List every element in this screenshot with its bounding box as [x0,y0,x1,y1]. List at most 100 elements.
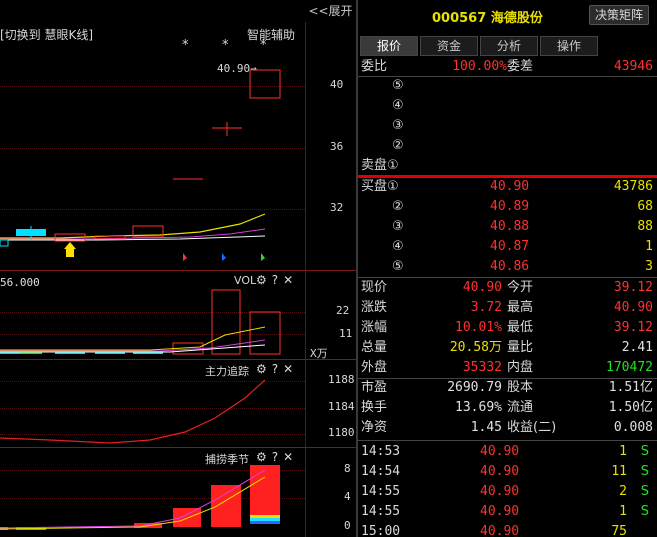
tick-side: S [640,444,649,459]
tick-volume: 2 [619,484,627,499]
buy-level-label: ② [392,199,404,214]
candle [249,69,281,99]
buy-price: 40.87 [490,239,530,254]
tick-row[interactable]: 14:54 40.90 11 S [358,462,657,482]
tick-price: 40.90 [480,464,520,479]
stat-label: 外盘 [361,360,388,375]
main-track-tick: 1180 [328,426,355,439]
buy-level-label: ⑤ [392,259,404,274]
stat-label: 现价 [361,280,388,295]
stat-label: 净资 [361,420,388,435]
main-track-tick: 1188 [328,373,355,386]
stat-value: 170472 [606,360,653,375]
tick-volume: 11 [611,464,627,479]
tick-row[interactable]: 14:55 40.90 1 S [358,502,657,522]
stat-value: 10.01% [455,320,502,335]
buy-volume: 88 [637,219,653,234]
stat-row: 涨跌 3.72 最高 40.90 [358,298,657,318]
stat-label: 涨跌 [361,300,388,315]
tick-volume: 1 [619,444,627,459]
tick-price: 40.90 [480,444,520,459]
stat-label: 最高 [507,300,534,315]
season-tick: 8 [344,462,351,475]
stat-label: 最低 [507,320,534,335]
stat-value: 3.72 [470,300,502,315]
buy-level-label: ④ [392,239,404,254]
buy-order-row[interactable]: ④ 40.87 1 [358,237,657,257]
decision-matrix-button[interactable]: 决策矩阵 [589,5,649,25]
kline-chart-area[interactable]: <<展开 [切换到 慧眼K线] 智能辅助 * * * 40.90→ 40 36 … [0,0,356,537]
stat-label: 涨幅 [361,320,388,335]
tick-price: 40.90 [480,504,520,519]
expand-button[interactable]: <<展开 [305,2,356,20]
buy-signal-icon [64,242,76,249]
tab-quote[interactable]: 报价 [360,36,418,56]
sell-order-row[interactable]: ⑤ [358,76,657,96]
sell-level-label: ③ [392,118,404,133]
tick-volume: 75 [611,524,627,537]
tick-time: 14:53 [361,444,401,459]
stat-value: 20.58万 [449,340,502,355]
buy-order-row[interactable]: 买盘① 40.90 43786 [358,177,657,197]
tick-row[interactable]: 15:00 40.90 75 [358,522,657,537]
buy-volume: 43786 [613,179,653,194]
stat-row: 外盘 35332 内盘 170472 [358,358,657,378]
volume-chart[interactable] [0,285,305,360]
season-chart[interactable] [0,460,305,537]
volume-bar [249,311,281,355]
stat-value: 35332 [462,360,502,375]
sell-level-label: ⑤ [392,78,404,93]
tick-side: S [640,464,649,479]
sell-order-row[interactable]: ③ [358,116,657,136]
candlestick-chart[interactable] [0,40,305,270]
tab-fund[interactable]: 资金 [420,36,478,56]
sell-level-label: ② [392,138,404,153]
main-track-tick: 1184 [328,400,355,413]
season-bar [250,515,280,518]
stock-code: 000567 [432,11,487,26]
buy-order-row[interactable]: ③ 40.88 88 [358,217,657,237]
buy-volume: 3 [645,259,653,274]
buy-order-row[interactable]: ⑤ 40.86 3 [358,257,657,277]
price-tick: 36 [330,140,344,153]
tick-side: S [640,484,649,499]
stat-row: 涨幅 10.01% 最低 39.12 [358,318,657,338]
stat-label: 量比 [507,340,534,355]
stat-value: 40.90 [613,300,653,315]
tab-analysis[interactable]: 分析 [480,36,538,56]
stock-name: 海德股份 [490,11,543,26]
tick-time: 14:55 [361,504,401,519]
tick-row[interactable]: 14:55 40.90 2 S [358,482,657,502]
weicha-label: 委差 [507,59,534,74]
buy-price: 40.90 [490,179,530,194]
vol-tick: 22 [336,304,350,317]
sell-order-row[interactable]: ④ [358,96,657,116]
tick-volume: 1 [619,504,627,519]
stock-title: 000567 海德股份 [432,7,543,26]
weibi-value: 100.00% [452,59,507,74]
stat-row: 市盈 2690.79 股本 1.51亿 [358,378,657,398]
stat-row: 现价 40.90 今开 39.12 [358,278,657,298]
stat-value: 13.69% [455,400,502,415]
vol-tick: 11 [339,327,353,340]
price-tick: 32 [330,201,344,214]
stat-label: 股本 [507,380,534,395]
sell-order-row[interactable]: 卖盘① [358,156,657,176]
sell-level-label: 卖盘① [361,158,399,173]
stat-label: 流通 [507,400,534,415]
signal-marker [183,253,187,261]
vol-ma-line [0,339,266,352]
buy-volume: 68 [637,199,653,214]
sell-order-row[interactable]: ② [358,136,657,156]
stat-value: 39.12 [613,280,653,295]
tab-operation[interactable]: 操作 [540,36,598,56]
candle [0,239,9,247]
stat-label: 今开 [507,280,534,295]
main-track-chart[interactable] [0,370,305,450]
tick-row[interactable]: 14:53 40.90 1 S [358,442,657,462]
season-bar [250,521,280,524]
stat-row: 总量 20.58万 量比 2.41 [358,338,657,358]
stat-label: 内盘 [507,360,534,375]
buy-signal-icon [66,249,74,257]
buy-order-row[interactable]: ② 40.89 68 [358,197,657,217]
